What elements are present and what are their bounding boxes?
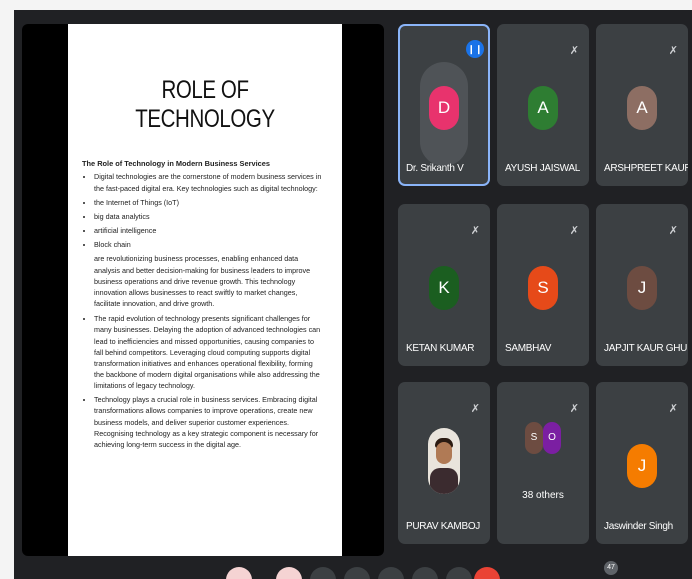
participant-tile-ketan[interactable]: ✗ K KETAN KUMAR bbox=[398, 204, 490, 366]
participant-tile-jaswinder[interactable]: ✗ J Jaswinder Singh bbox=[596, 382, 688, 544]
slide-subtitle: The Role of Technology in Modern Busines… bbox=[82, 159, 270, 168]
participant-tile-arshpreet[interactable]: ✗ A ARSHPREET KAUR bbox=[596, 24, 688, 186]
mic-off-icon: ✗ bbox=[569, 45, 579, 57]
avatar: S bbox=[525, 422, 543, 454]
avatar: S bbox=[528, 266, 558, 310]
bullet: big data analytics bbox=[94, 211, 324, 222]
present-button[interactable] bbox=[378, 567, 404, 579]
participant-count-badge[interactable]: 47 bbox=[604, 561, 618, 575]
bullet: artificial intelligence bbox=[94, 225, 324, 236]
mic-button[interactable] bbox=[226, 567, 252, 579]
mic-off-icon: ✗ bbox=[470, 403, 480, 415]
bullet: Block chain bbox=[94, 239, 324, 250]
participant-tile-dr-srikanth[interactable]: D ❙❙ Dr. Srikanth V bbox=[398, 24, 490, 186]
audio-wave-icon: ❙❙ bbox=[466, 40, 484, 58]
participant-name: AYUSH JAISWAL bbox=[505, 163, 581, 174]
more-options-button[interactable] bbox=[446, 567, 472, 579]
participant-name: KETAN KUMAR bbox=[406, 343, 475, 354]
raise-hand-button[interactable] bbox=[412, 567, 438, 579]
reaction-button[interactable] bbox=[344, 567, 370, 579]
slide-body: The Role of Technology in Modern Busines… bbox=[68, 134, 342, 450]
slide-bullets-2: The rapid evolution of technology presen… bbox=[82, 313, 324, 450]
participant-name: ARSHPREET KAUR bbox=[604, 163, 688, 174]
participant-tile-purav[interactable]: ✗ PURAV KAMBOJ bbox=[398, 382, 490, 544]
avatar: A bbox=[627, 86, 657, 130]
participant-name: Jaswinder Singh bbox=[604, 521, 673, 532]
bullet: Digital technologies are the cornerstone… bbox=[94, 171, 324, 193]
participant-tile-others[interactable]: ✗ S O 38 others bbox=[497, 382, 589, 544]
bullet: the Internet of Things (IoT) bbox=[94, 197, 324, 208]
others-count: 38 others bbox=[522, 490, 564, 501]
participant-name: JAPJIT KAUR GHU... bbox=[604, 343, 688, 354]
avatar: A bbox=[528, 86, 558, 130]
slide: ROLE OF TECHNOLOGY The Role of Technolog… bbox=[68, 24, 342, 556]
slide-title: ROLE OF TECHNOLOGY bbox=[135, 76, 275, 133]
avatar: D bbox=[429, 86, 459, 130]
presentation-area: ROLE OF TECHNOLOGY The Role of Technolog… bbox=[22, 24, 384, 556]
slide-bullets: Digital technologies are the cornerstone… bbox=[82, 171, 324, 250]
participant-name: PURAV KAMBOJ bbox=[406, 521, 481, 532]
participant-tile-sambhav[interactable]: ✗ S SAMBHAV bbox=[497, 204, 589, 366]
profile-photo bbox=[428, 428, 460, 494]
mic-off-icon: ✗ bbox=[569, 403, 579, 415]
leave-call-button[interactable] bbox=[474, 567, 500, 579]
slide-paragraph: are revolutionizing business processes, … bbox=[94, 254, 311, 309]
control-bar: 47 bbox=[14, 561, 692, 579]
mic-off-icon: ✗ bbox=[569, 225, 579, 237]
participant-tile-ayush[interactable]: ✗ A AYUSH JAISWAL bbox=[497, 24, 589, 186]
bullet: The rapid evolution of technology presen… bbox=[94, 313, 324, 391]
avatar: O bbox=[543, 422, 561, 454]
mic-off-icon: ✗ bbox=[470, 225, 480, 237]
meeting-window: ROLE OF TECHNOLOGY The Role of Technolog… bbox=[14, 10, 692, 579]
captions-button[interactable] bbox=[310, 567, 336, 579]
participant-name: Dr. Srikanth V bbox=[406, 163, 464, 174]
avatar: J bbox=[627, 444, 657, 488]
participant-tile-japjit[interactable]: ✗ J JAPJIT KAUR GHU... bbox=[596, 204, 688, 366]
participant-name: SAMBHAV bbox=[505, 343, 552, 354]
camera-button[interactable] bbox=[276, 567, 302, 579]
avatar: J bbox=[627, 266, 657, 310]
mic-off-icon: ✗ bbox=[668, 45, 678, 57]
mic-off-icon: ✗ bbox=[668, 225, 678, 237]
avatar: K bbox=[429, 266, 459, 310]
mic-off-icon: ✗ bbox=[668, 403, 678, 415]
bullet: Technology plays a crucial role in busin… bbox=[94, 394, 324, 450]
